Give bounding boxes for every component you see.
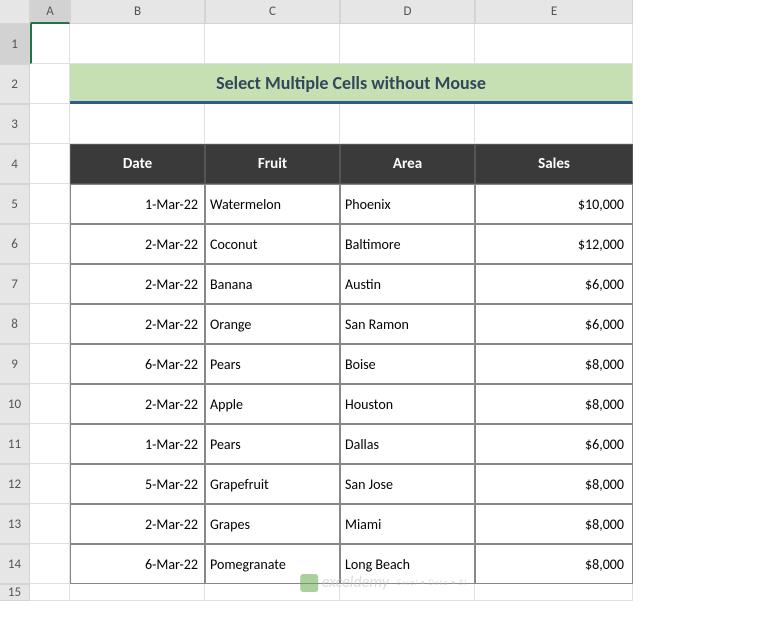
- cell-a10[interactable]: [30, 384, 70, 424]
- cell-area[interactable]: Austin: [340, 264, 475, 304]
- cell-a12[interactable]: [30, 464, 70, 504]
- header-fruit[interactable]: Fruit: [205, 144, 340, 184]
- cell-sales[interactable]: $8,000: [475, 504, 633, 544]
- cell-sales[interactable]: $8,000: [475, 544, 633, 584]
- cell-b3[interactable]: [70, 104, 205, 144]
- header-sales[interactable]: Sales: [475, 144, 633, 184]
- watermark: exceldemy Excel • Data • BI: [300, 573, 468, 592]
- cell-a15[interactable]: [30, 584, 70, 601]
- row-header-14[interactable]: 14: [0, 544, 30, 584]
- cell-date[interactable]: 1-Mar-22: [70, 184, 205, 224]
- cell-sales[interactable]: $10,000: [475, 184, 633, 224]
- cell-a11[interactable]: [30, 424, 70, 464]
- cell-fruit[interactable]: Pears: [205, 344, 340, 384]
- row-header-12[interactable]: 12: [0, 464, 30, 504]
- cell-a5[interactable]: [30, 184, 70, 224]
- watermark-icon: [300, 574, 318, 592]
- cell-date[interactable]: 6-Mar-22: [70, 544, 205, 584]
- cell-date[interactable]: 1-Mar-22: [70, 424, 205, 464]
- watermark-text: exceldemy: [322, 573, 389, 592]
- row-header-9[interactable]: 9: [0, 344, 30, 384]
- cell-fruit[interactable]: Watermelon: [205, 184, 340, 224]
- cell-date[interactable]: 2-Mar-22: [70, 224, 205, 264]
- cell-d1[interactable]: [340, 24, 475, 64]
- cell-date[interactable]: 2-Mar-22: [70, 264, 205, 304]
- col-header-a[interactable]: A: [30, 0, 70, 24]
- cell-a4[interactable]: [30, 144, 70, 184]
- row-header-11[interactable]: 11: [0, 424, 30, 464]
- col-header-c[interactable]: C: [205, 0, 340, 24]
- cell-date[interactable]: 6-Mar-22: [70, 344, 205, 384]
- cell-d3[interactable]: [340, 104, 475, 144]
- row-header-6[interactable]: 6: [0, 224, 30, 264]
- row-header-7[interactable]: 7: [0, 264, 30, 304]
- cell-area[interactable]: Houston: [340, 384, 475, 424]
- cell-a1[interactable]: [30, 24, 70, 64]
- cell-a7[interactable]: [30, 264, 70, 304]
- row-header-5[interactable]: 5: [0, 184, 30, 224]
- cell-area[interactable]: Baltimore: [340, 224, 475, 264]
- cell-b15[interactable]: [70, 584, 205, 601]
- cell-fruit[interactable]: Grapes: [205, 504, 340, 544]
- cell-area[interactable]: Dallas: [340, 424, 475, 464]
- cell-sales[interactable]: $6,000: [475, 304, 633, 344]
- row-header-1[interactable]: 1: [0, 24, 30, 64]
- cell-e1[interactable]: [475, 24, 633, 64]
- row-header-2[interactable]: 2: [0, 64, 30, 104]
- row-header-13[interactable]: 13: [0, 504, 30, 544]
- header-date[interactable]: Date: [70, 144, 205, 184]
- cell-fruit[interactable]: Pears: [205, 424, 340, 464]
- cell-area[interactable]: Boise: [340, 344, 475, 384]
- cell-sales[interactable]: $8,000: [475, 464, 633, 504]
- cell-sales[interactable]: $6,000: [475, 424, 633, 464]
- row-header-8[interactable]: 8: [0, 304, 30, 344]
- cell-a6[interactable]: [30, 224, 70, 264]
- cell-c1[interactable]: [205, 24, 340, 64]
- cell-sales[interactable]: $8,000: [475, 344, 633, 384]
- cell-sales[interactable]: $12,000: [475, 224, 633, 264]
- title-cell[interactable]: Select Multiple Cells without Mouse: [70, 64, 633, 104]
- cell-a2[interactable]: [30, 64, 70, 104]
- row-header-3[interactable]: 3: [0, 104, 30, 144]
- cell-date[interactable]: 2-Mar-22: [70, 504, 205, 544]
- cell-c3[interactable]: [205, 104, 340, 144]
- cell-fruit[interactable]: Apple: [205, 384, 340, 424]
- cell-area[interactable]: San Ramon: [340, 304, 475, 344]
- cell-area[interactable]: San Jose: [340, 464, 475, 504]
- cell-e3[interactable]: [475, 104, 633, 144]
- header-area[interactable]: Area: [340, 144, 475, 184]
- cell-a14[interactable]: [30, 544, 70, 584]
- cell-a9[interactable]: [30, 344, 70, 384]
- col-header-d[interactable]: D: [340, 0, 475, 24]
- cell-sales[interactable]: $6,000: [475, 264, 633, 304]
- select-all-corner[interactable]: [0, 0, 30, 24]
- cell-date[interactable]: 2-Mar-22: [70, 384, 205, 424]
- col-header-b[interactable]: B: [70, 0, 205, 24]
- spreadsheet-grid[interactable]: A B C D E 1 2 Select Multiple Cells with…: [0, 0, 767, 601]
- col-header-e[interactable]: E: [475, 0, 633, 24]
- cell-a3[interactable]: [30, 104, 70, 144]
- row-header-10[interactable]: 10: [0, 384, 30, 424]
- watermark-sub: Excel • Data • BI: [397, 578, 467, 588]
- cell-a8[interactable]: [30, 304, 70, 344]
- cell-b1[interactable]: [70, 24, 205, 64]
- cell-a13[interactable]: [30, 504, 70, 544]
- row-header-4[interactable]: 4: [0, 144, 30, 184]
- cell-fruit[interactable]: Coconut: [205, 224, 340, 264]
- cell-sales[interactable]: $8,000: [475, 384, 633, 424]
- cell-area[interactable]: Miami: [340, 504, 475, 544]
- cell-fruit[interactable]: Grapefruit: [205, 464, 340, 504]
- row-header-15[interactable]: 15: [0, 584, 30, 601]
- cell-date[interactable]: 5-Mar-22: [70, 464, 205, 504]
- cell-area[interactable]: Phoenix: [340, 184, 475, 224]
- cell-e15[interactable]: [475, 584, 633, 601]
- cell-fruit[interactable]: Orange: [205, 304, 340, 344]
- cell-date[interactable]: 2-Mar-22: [70, 304, 205, 344]
- cell-fruit[interactable]: Banana: [205, 264, 340, 304]
